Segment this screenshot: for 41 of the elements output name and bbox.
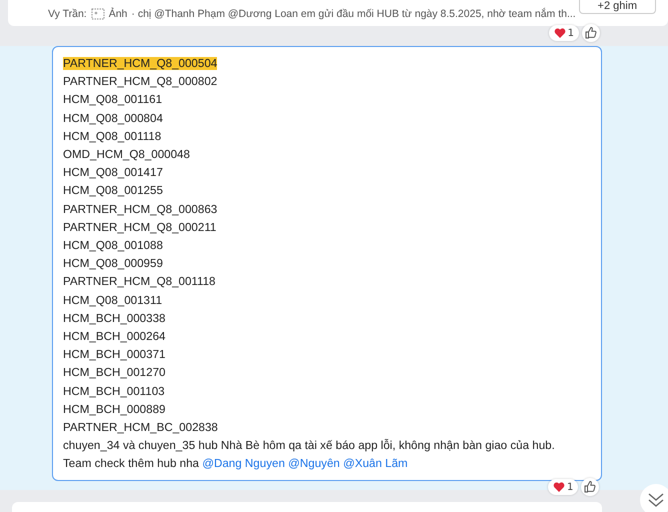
- message-line: HCM_BCH_000371: [63, 348, 166, 362]
- message-line: HCM_Q08_001417: [63, 166, 163, 180]
- message-line: HCM_BCH_001103: [63, 384, 165, 398]
- like-button[interactable]: [581, 478, 600, 496]
- message-line: HCM_BCH_001270: [63, 366, 166, 380]
- message-line: PARTNER_HCM_Q8_000863: [63, 202, 218, 216]
- mention-link[interactable]: @Dang Nguyen: [202, 457, 285, 470]
- more-pins-button[interactable]: +2 ghim: [578, 0, 656, 14]
- message-line: HCM_Q08_000804: [63, 112, 163, 125]
- pinned-message-bar[interactable]: Vy Trần: Ảnh · chị @Thanh Phạm @Dương Loan em gửi đầu mối HUB từ ngày 8.5.2025, nhờ team nắm th... +2 ghim: [8, 0, 668, 26]
- message-line: PARTNER_HCM_Q8_000211: [63, 220, 216, 234]
- sender-name: Vy Trần:: [48, 8, 87, 20]
- mention-link[interactable]: @Nguyên: [288, 457, 340, 470]
- message-line: PARTNER_HCM_Q8_001118: [63, 275, 216, 288]
- message-line: PARTNER_HCM_BC_002838: [63, 421, 218, 434]
- message-line: HCM_BCH_000264: [63, 330, 166, 344]
- message-line: HCM_Q08_001255: [63, 184, 163, 198]
- scroll-down-button[interactable]: [640, 484, 668, 512]
- thumbs-up-icon: [583, 480, 598, 494]
- message-line: HCM_BCH_000889: [63, 402, 166, 416]
- message-line: HCM_Q08_001118: [63, 130, 162, 143]
- mention-link[interactable]: @Xuân Lãm: [343, 457, 408, 470]
- like-button[interactable]: [582, 24, 600, 42]
- heart-icon: [554, 27, 566, 39]
- message-line: HCM_Q08_001311: [63, 294, 162, 307]
- message-line: HCM_BCH_000338: [63, 312, 166, 325]
- attachment-label: Ảnh: [108, 8, 128, 20]
- message-line: HCM_Q08_000959: [63, 257, 163, 270]
- pinned-preview-text: · chị @Thanh Phạm @Dương Loan em gửi đầu mối HUB từ ngày 8.5.2025, nhờ team nắm th...: [131, 8, 576, 20]
- chevron-down-icon: [647, 492, 665, 508]
- reaction-badge[interactable]: 1: [548, 479, 578, 495]
- heart-icon: [553, 481, 565, 493]
- message-line: OMD_HCM_Q8_000048: [63, 148, 190, 162]
- message-line: HCM_Q08_001161: [63, 93, 162, 106]
- reaction-badge[interactable]: 1: [548, 25, 579, 41]
- message-line: chuyen_34 và chuyen_35 hub Nhà Bè hôm qa tài xế báo app lỗi, không nhận bàn giao của hub.: [63, 439, 555, 452]
- message-line: HCM_Q08_001088: [63, 239, 163, 252]
- message-line: Team check thêm hub nha: [63, 457, 199, 470]
- message-line: PARTNER_HCM_Q8_000802: [63, 75, 218, 88]
- thumbs-up-icon: [584, 26, 598, 40]
- image-icon: [90, 8, 105, 20]
